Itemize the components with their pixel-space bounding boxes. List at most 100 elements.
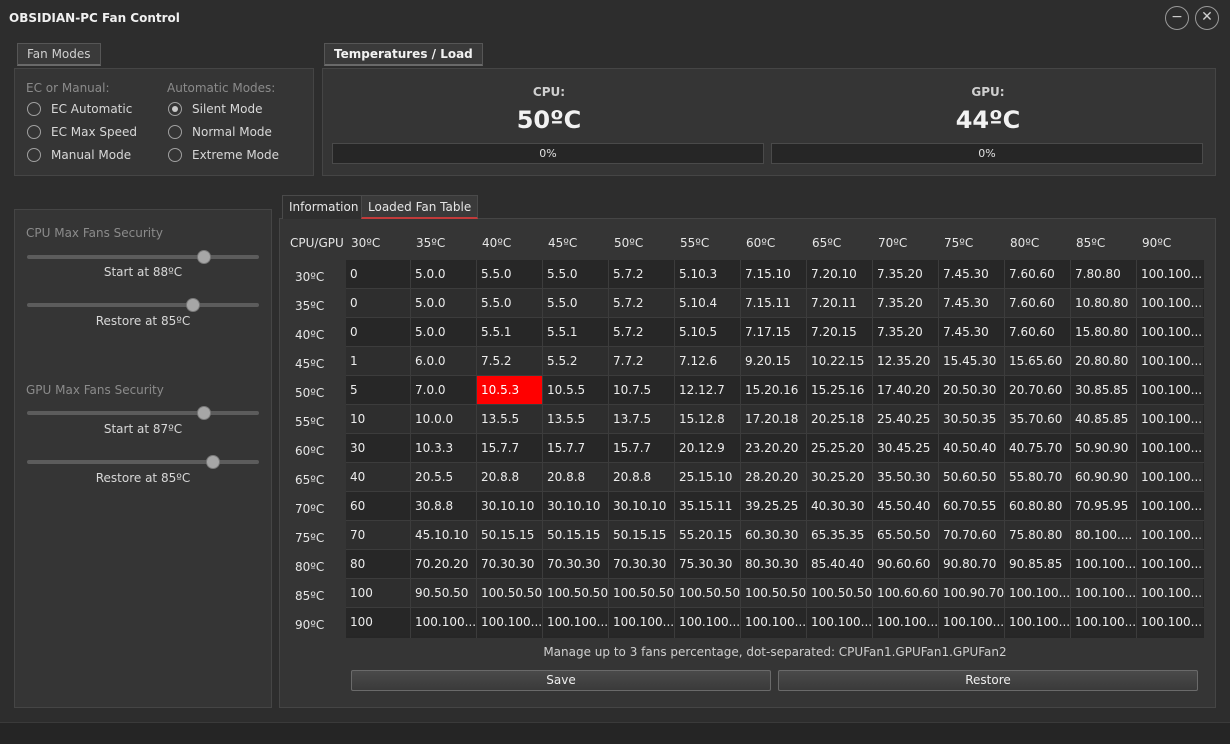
fan-table-cell[interactable]: 40.85.85: [1071, 405, 1136, 433]
fan-table-cell[interactable]: 13.7.5: [609, 405, 674, 433]
fan-table-cell[interactable]: 30.50.35: [939, 405, 1004, 433]
fan-table-cell[interactable]: 70.30.30: [543, 550, 608, 578]
fan-table-cell[interactable]: 10.3.3: [411, 434, 476, 462]
fan-table-cell[interactable]: 30.8.8: [411, 492, 476, 520]
fan-table-cell[interactable]: 70: [346, 521, 410, 549]
fan-table-cell[interactable]: 10.22.15: [807, 347, 872, 375]
fan-table-cell[interactable]: 7.20.11: [807, 289, 872, 317]
fan-table-cell[interactable]: 17.40.20: [873, 376, 938, 404]
fan-table-cell[interactable]: 5.7.2: [609, 260, 674, 288]
fan-table-cell[interactable]: 100.100...: [543, 608, 608, 636]
fan-table-cell[interactable]: 5.5.0: [477, 289, 542, 317]
fan-table-cell[interactable]: 10.7.5: [609, 376, 674, 404]
fan-table-cell[interactable]: 15.12.8: [675, 405, 740, 433]
fan-table-cell[interactable]: 70.30.30: [609, 550, 674, 578]
fan-table-cell[interactable]: 40.50.40: [939, 434, 1004, 462]
slider-handle[interactable]: [197, 406, 211, 420]
fan-table-cell[interactable]: 7.45.30: [939, 260, 1004, 288]
fan-table-cell[interactable]: 90.50.50: [411, 579, 476, 607]
ec-radio-0[interactable]: EC Automatic: [27, 101, 132, 117]
fan-table-cell[interactable]: 7.35.20: [873, 318, 938, 346]
radio-circle-icon[interactable]: [27, 148, 41, 162]
fan-table-cell[interactable]: 100.100...: [873, 608, 938, 636]
fan-table-cell[interactable]: 100.100...: [1137, 434, 1203, 462]
fan-table-cell[interactable]: 40.30.30: [807, 492, 872, 520]
fan-table-cell[interactable]: 10.5.5: [543, 376, 608, 404]
fan-table-cell[interactable]: 100.100...: [1137, 318, 1203, 346]
fan-table-cell[interactable]: 20.50.30: [939, 376, 1004, 404]
fan-table-cell[interactable]: 100.50.50: [477, 579, 542, 607]
minimize-button[interactable]: −: [1165, 6, 1189, 30]
fan-table-cell[interactable]: 60.80.80: [1005, 492, 1070, 520]
fan-table-cell[interactable]: 7.15.10: [741, 260, 806, 288]
fan-table-cell[interactable]: 5.7.2: [609, 318, 674, 346]
fan-table-cell[interactable]: 35.15.11: [675, 492, 740, 520]
radio-circle-icon[interactable]: [168, 102, 182, 116]
fan-table-cell[interactable]: 0: [346, 260, 410, 288]
fan-table-cell[interactable]: 7.60.60: [1005, 289, 1070, 317]
fan-table-cell[interactable]: 100.100...: [1005, 608, 1070, 636]
fan-table-cell[interactable]: 6.0.0: [411, 347, 476, 375]
fan-table-cell[interactable]: 100.100...: [1137, 492, 1203, 520]
fan-table-cell[interactable]: 28.20.20: [741, 463, 806, 491]
fan-table-cell[interactable]: 20.25.18: [807, 405, 872, 433]
fan-table-cell[interactable]: 40: [346, 463, 410, 491]
tab-loaded-fan-table[interactable]: Loaded Fan Table: [361, 195, 479, 219]
fan-table-cell[interactable]: 100: [346, 608, 410, 636]
ec-radio-1[interactable]: EC Max Speed: [27, 124, 137, 140]
fan-table-cell[interactable]: 7.20.10: [807, 260, 872, 288]
fan-table-cell[interactable]: 7.15.11: [741, 289, 806, 317]
fan-table-cell[interactable]: 15.20.16: [741, 376, 806, 404]
fan-table-cell[interactable]: 100.100...: [1137, 376, 1203, 404]
gpu-start-slider[interactable]: [27, 406, 259, 420]
fan-table-cell[interactable]: 5.5.0: [543, 260, 608, 288]
fan-table-cell[interactable]: 30.10.10: [609, 492, 674, 520]
fan-table-cell[interactable]: 100.100...: [1071, 579, 1136, 607]
fan-table-cell[interactable]: 55.20.15: [675, 521, 740, 549]
fan-table-cell[interactable]: 5.5.2: [543, 347, 608, 375]
fan-table-cell[interactable]: 70.30.30: [477, 550, 542, 578]
fan-table-cell[interactable]: 9.20.15: [741, 347, 806, 375]
fan-table-cell[interactable]: 100.100...: [411, 608, 476, 636]
fan-table-cell[interactable]: 5.0.0: [411, 260, 476, 288]
radio-circle-icon[interactable]: [27, 125, 41, 139]
fan-table-cell[interactable]: 5.5.0: [543, 289, 608, 317]
save-button[interactable]: Save: [351, 670, 771, 691]
fan-table-cell[interactable]: 5.7.2: [609, 289, 674, 317]
fan-table-cell[interactable]: 30.45.25: [873, 434, 938, 462]
fan-table-cell[interactable]: 85.40.40: [807, 550, 872, 578]
fan-table-cell[interactable]: 30.25.20: [807, 463, 872, 491]
fan-table-cell[interactable]: 80.100....: [1071, 521, 1136, 549]
fan-table-cell[interactable]: 80.30.30: [741, 550, 806, 578]
fan-table-cell[interactable]: 100.100...: [1071, 608, 1136, 636]
fan-table-cell[interactable]: 13.5.5: [477, 405, 542, 433]
fan-table-cell[interactable]: 65.35.35: [807, 521, 872, 549]
fan-table-cell[interactable]: 20.8.8: [477, 463, 542, 491]
ec-radio-2[interactable]: Manual Mode: [27, 147, 131, 163]
fan-table-cell[interactable]: 100.50.50: [675, 579, 740, 607]
fan-table-cell[interactable]: 1: [346, 347, 410, 375]
fan-table-cell[interactable]: 100.100...: [1137, 579, 1203, 607]
close-button[interactable]: ✕: [1195, 6, 1219, 30]
fan-table-cell[interactable]: 50.90.90: [1071, 434, 1136, 462]
fan-table-cell[interactable]: 7.17.15: [741, 318, 806, 346]
fan-table-cell[interactable]: 20.80.80: [1071, 347, 1136, 375]
fan-table-cell[interactable]: 7.45.30: [939, 318, 1004, 346]
fan-table-cell[interactable]: 100.60.60: [873, 579, 938, 607]
fan-table-cell[interactable]: 100.50.50: [609, 579, 674, 607]
slider-handle[interactable]: [206, 455, 220, 469]
fan-table-cell[interactable]: 15.7.7: [543, 434, 608, 462]
slider-handle[interactable]: [186, 298, 200, 312]
fan-table-cell[interactable]: 20.8.8: [609, 463, 674, 491]
cpu-start-slider[interactable]: [27, 250, 259, 264]
fan-table-cell[interactable]: 45.10.10: [411, 521, 476, 549]
fan-table-cell[interactable]: 10.5.3: [477, 376, 542, 404]
fan-table-cell[interactable]: 5.5.1: [477, 318, 542, 346]
fan-table-cell[interactable]: 5.5.0: [477, 260, 542, 288]
fan-table-cell[interactable]: 100.100...: [1137, 405, 1203, 433]
fan-table-cell[interactable]: 100.50.50: [543, 579, 608, 607]
fan-table-cell[interactable]: 80: [346, 550, 410, 578]
fan-table-cell[interactable]: 100.100...: [939, 608, 1004, 636]
fan-table-cell[interactable]: 12.35.20: [873, 347, 938, 375]
fan-table-cell[interactable]: 23.20.20: [741, 434, 806, 462]
